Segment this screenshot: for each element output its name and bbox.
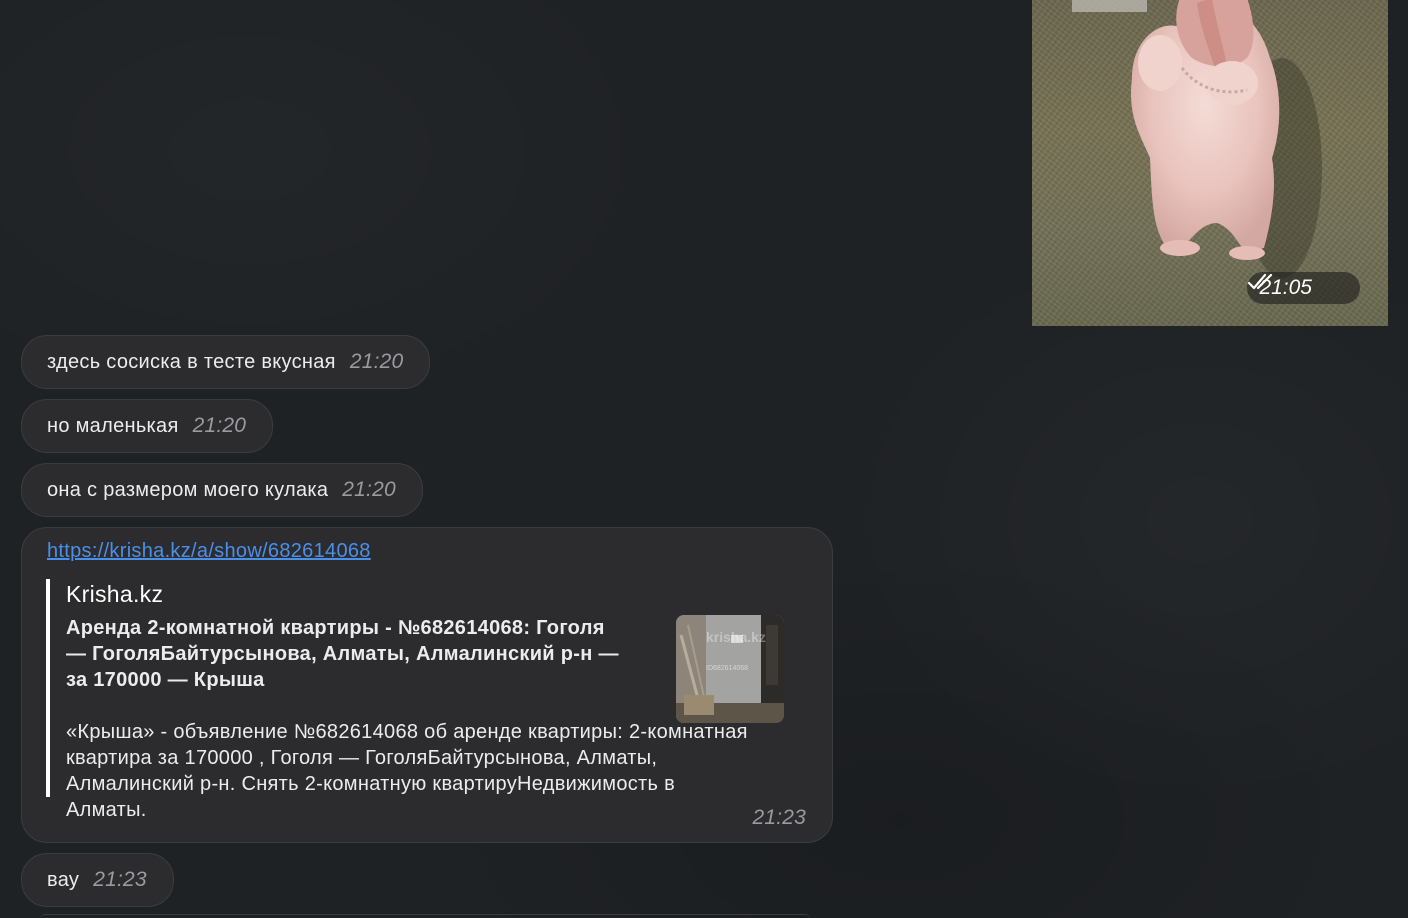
message-text: вау xyxy=(47,868,80,891)
link-preview-site: Krisha.kz xyxy=(66,581,164,607)
photo-message[interactable]: 21:05 xyxy=(1032,0,1388,326)
message-link[interactable]: https://krisha.kz/a/show/682614068 xyxy=(47,540,371,563)
link-preview[interactable]: Krisha.kz Аренда 2-комнатной квартиры - … xyxy=(46,579,790,821)
message-time: 21:20 xyxy=(192,414,247,437)
link-preview-description: «Крыша» - объявление №682614068 об аренд… xyxy=(66,721,748,821)
message-bubble[interactable]: она с размером моего кулака 21:20 xyxy=(21,463,423,517)
message-text: но маленькая xyxy=(47,414,179,437)
message-time: 21:23 xyxy=(93,868,147,891)
next-message-bubble-edge xyxy=(40,914,810,918)
link-preview-title: Аренда 2-комнатной квартиры - №682614068… xyxy=(66,617,619,691)
thumbnail-id: ID682614068 xyxy=(706,665,749,672)
chat-history: 21:05 здесь сосиска в тесте вкусная 21:2… xyxy=(0,0,1408,918)
link-preview-thumbnail[interactable]: krisha.kz ID682614068 xyxy=(676,615,784,723)
message-time: 21:20 xyxy=(349,350,404,373)
double-check-icon xyxy=(1248,273,1348,298)
photo-message-meta: 21:05 xyxy=(1247,272,1360,304)
message-text: она с размером моего кулака xyxy=(47,478,329,501)
message-bubble[interactable]: но маленькая 21:20 xyxy=(21,399,274,453)
thumbnail-watermark: krisha.kz xyxy=(706,629,766,645)
message-time: 21:20 xyxy=(342,478,396,501)
message-bubble[interactable]: здесь сосиска в тесте вкусная 21:20 xyxy=(21,335,431,389)
link-message-bubble[interactable]: https://krisha.kz/a/show/682614068 Krish… xyxy=(21,527,833,843)
message-bubble[interactable]: вау 21:23 xyxy=(21,853,174,907)
message-text: здесь сосиска в тесте вкусная xyxy=(47,350,336,373)
message-time: 21:23 xyxy=(752,806,806,829)
